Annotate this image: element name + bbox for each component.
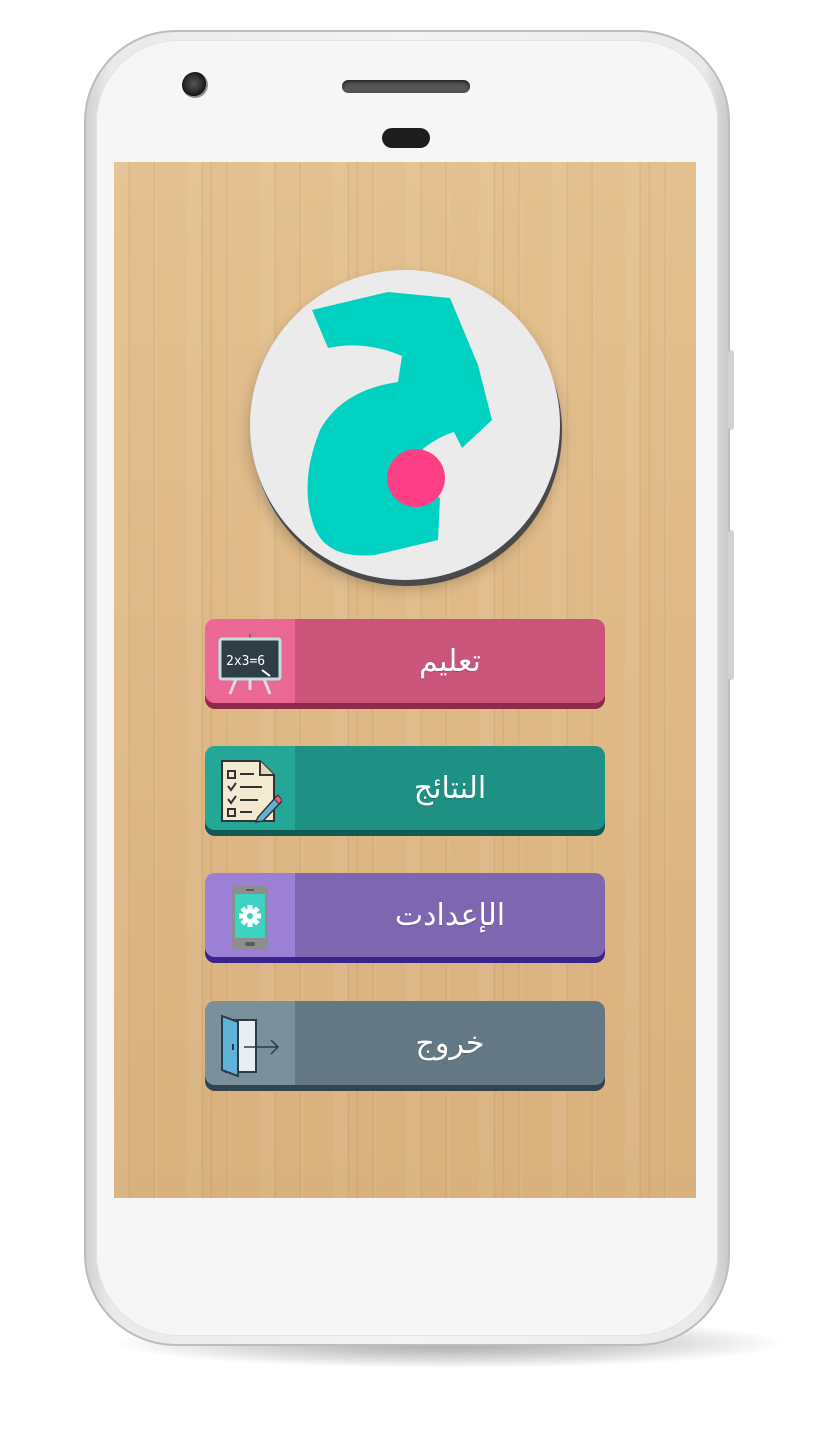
app-logo — [250, 270, 560, 580]
phone-gear-icon — [232, 886, 268, 950]
exit-button[interactable]: خروج — [205, 1001, 605, 1085]
settings-label-box: الإعدادت — [295, 873, 605, 957]
proximity-sensor — [382, 128, 430, 148]
checklist-icon — [221, 760, 282, 823]
settings-button[interactable]: الإعدادت — [205, 873, 605, 957]
learn-icon-box: 2x3=6 — [205, 619, 295, 703]
front-camera — [182, 72, 208, 98]
learn-label-box: تعليم — [295, 619, 605, 703]
exit-door-icon — [221, 1014, 280, 1078]
power-button — [728, 530, 734, 680]
blackboard-icon: 2x3=6 — [218, 634, 282, 695]
exit-label: خروج — [415, 1025, 485, 1061]
results-button[interactable]: النتائج — [205, 746, 605, 830]
settings-label: الإعدادت — [394, 897, 506, 933]
app-logo-icon — [307, 292, 492, 556]
results-label-box: النتائج — [295, 746, 605, 830]
exit-icon-box — [205, 1001, 295, 1085]
board-text: 2x3=6 — [226, 654, 265, 669]
volume-button — [728, 350, 734, 430]
app-screen: 2x3=6 تعليم النتائج الإعدادت خروج — [114, 162, 696, 1198]
results-icon-box — [205, 746, 295, 830]
earpiece-speaker — [342, 80, 470, 93]
exit-label-box: خروج — [295, 1001, 605, 1085]
settings-icon-box — [205, 873, 295, 957]
results-label: النتائج — [413, 770, 487, 806]
learn-label: تعليم — [419, 643, 481, 679]
learn-button[interactable]: 2x3=6 تعليم — [205, 619, 605, 703]
